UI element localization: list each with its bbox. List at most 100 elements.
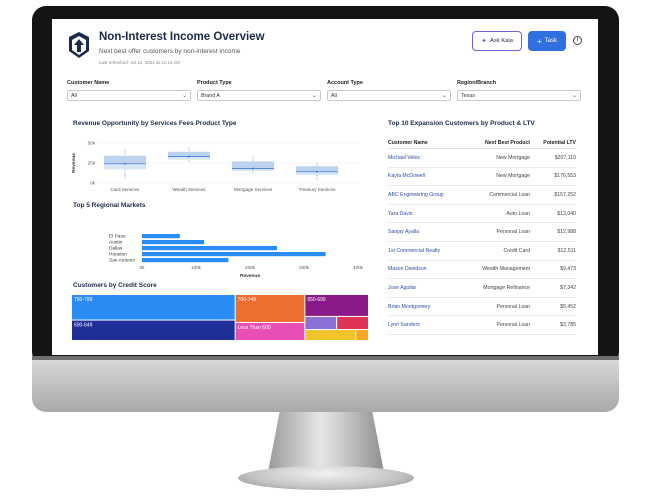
credit-chart-title: Customers by Credit Score: [73, 282, 157, 289]
next-best-product-cell: New Mortgage: [496, 154, 530, 161]
table-row[interactable]: Michael Velez New Mortgage $207,110: [388, 149, 576, 168]
x-tick-label: Treasury Services: [299, 187, 337, 192]
x-tick-label: 300k: [299, 265, 310, 270]
last-refreshed-text: Last refreshed: Jul 12, 2024 at 12:14 AM: [99, 60, 181, 65]
treemap-label: 700-749: [238, 297, 257, 303]
customer-name-link[interactable]: 1st Commercial Realty: [388, 248, 466, 254]
monitor-chin: [32, 356, 619, 412]
table-row[interactable]: Lynn Sanders Personal Loan $3,785: [388, 316, 576, 335]
next-best-product-cell: Auto Loan: [506, 210, 530, 217]
market-bar: [142, 246, 277, 251]
treemap-tile: [337, 316, 368, 330]
customer-name-select[interactable]: All ⌄: [67, 90, 191, 101]
monitor-mockup: Non-Interest Income Overview Next best o…: [0, 0, 650, 500]
chevron-down-icon: ⌄: [181, 93, 187, 99]
category-label: Austin: [109, 240, 123, 246]
filter-label: Customer Name: [67, 80, 110, 86]
potential-ltv-cell: $157,252: [554, 191, 576, 198]
ask-kaia-button[interactable]: ✦ Ask Kaia: [472, 31, 522, 51]
potential-ltv-cell: $3,785: [560, 322, 576, 329]
x-tick-label: Card Services: [111, 187, 141, 192]
markets-chart-title: Top 5 Regional Markets: [73, 202, 146, 209]
potential-ltv-cell: $176,553: [554, 173, 576, 180]
category-label: El Paso: [109, 234, 126, 240]
page-subtitle: Next best offer customers by non-interes…: [99, 48, 241, 55]
treemap-tile: [356, 330, 368, 340]
account-type-select[interactable]: All ⌄: [327, 90, 451, 101]
table-row[interactable]: Kayla McDowell New Mortgage $176,553: [388, 168, 576, 187]
table-row[interactable]: Tara Davis Auto Loan $13,040: [388, 205, 576, 224]
treemap-tile: [72, 320, 235, 340]
customer-name-link[interactable]: Jose Aguilar: [388, 285, 466, 291]
treemap-label: 750-799: [74, 297, 93, 303]
treemap-tile: [305, 316, 337, 330]
category-label: Houston: [109, 252, 127, 258]
customer-name-link[interactable]: Lynn Sanders: [388, 322, 466, 328]
y-tick-label: 25k: [88, 161, 96, 166]
customer-name-link[interactable]: Tara Davis: [388, 211, 466, 217]
x-tick-label: 0k: [140, 265, 146, 270]
customer-name-link[interactable]: Kayla McDowell: [388, 173, 466, 179]
market-bar: [142, 252, 326, 257]
treemap-label: 600-649: [74, 323, 93, 329]
column-header: Potential LTV: [543, 139, 576, 146]
treemap-label: 650-699: [307, 297, 326, 303]
box-upper: [232, 161, 274, 169]
x-tick-label: 100k: [191, 265, 202, 270]
table-row[interactable]: Brian Montgomery Personal Loan $5,452: [388, 298, 576, 317]
x-tick-label: 400k: [353, 265, 364, 270]
sparkle-icon: ✦: [481, 38, 487, 45]
add-task-button[interactable]: + Task: [528, 31, 566, 51]
table-row[interactable]: Sanjay Ayalla Personal Loan $12,988: [388, 223, 576, 242]
next-best-product-cell: Mortgage Refinance: [483, 284, 530, 291]
box-point: [188, 155, 190, 158]
treemap-tile: [72, 295, 235, 320]
next-best-product-cell: Credit Card: [503, 247, 530, 254]
next-best-product-cell: New Mortgage: [496, 173, 530, 180]
next-best-product-cell: Personal Loan: [496, 303, 530, 310]
monitor-screen-edge: [32, 356, 619, 360]
customer-name-link[interactable]: Michael Velez: [388, 155, 466, 161]
next-best-product-cell: Commercial Loan: [489, 191, 530, 198]
info-icon[interactable]: i: [573, 36, 582, 45]
filter-value: Texas: [461, 93, 475, 99]
filter-label: Region/Branch: [457, 80, 497, 86]
expansion-customers-table: Customer Name Next Best Product Potentia…: [388, 137, 576, 335]
next-best-product-cell: Wealth Management: [482, 266, 530, 273]
box-upper: [104, 155, 146, 164]
market-bar: [142, 258, 229, 263]
customer-name-link[interactable]: Brian Montgomery: [388, 304, 466, 310]
market-bar: [142, 240, 205, 245]
filter-label: Product Type: [197, 80, 232, 86]
task-label: Task: [544, 38, 557, 44]
table-header: Customer Name Next Best Product Potentia…: [388, 137, 576, 149]
customer-name-link[interactable]: ABC Engineering Group: [388, 192, 466, 198]
box-point: [316, 170, 318, 173]
table-row[interactable]: Mason Davidson Wealth Management $9,473: [388, 261, 576, 280]
x-tick-label: 200k: [245, 265, 256, 270]
table-row[interactable]: Jose Aguilar Mortgage Refinance $7,342: [388, 279, 576, 298]
table-row[interactable]: ABC Engineering Group Commercial Loan $157…: [388, 186, 576, 205]
customer-name-link[interactable]: Mason Davidson: [388, 266, 466, 272]
regional-markets-bar-chart: El PasoAustinDallasHoustonSan Antonio 0k 1…: [109, 234, 364, 280]
table-row[interactable]: 1st Commercial Realty Credit Card $12,511: [388, 242, 576, 261]
filter-value: All: [331, 93, 337, 99]
chevron-down-icon: ⌄: [441, 93, 447, 99]
x-tick-label: Mortgage Services: [234, 187, 273, 192]
potential-ltv-cell: $12,988: [557, 229, 576, 236]
table-title: Top 10 Expansion Customers by Product & …: [388, 120, 535, 127]
y-tick-label: 0k: [90, 181, 96, 186]
filter-value: Brand A: [201, 93, 220, 99]
category-label: San Antonio: [109, 258, 135, 264]
filter-product-type: Product Type Brand A ⌄: [197, 80, 321, 101]
monitor-stand-neck: [268, 412, 384, 472]
revenue-chart-title: Revenue Opportunity by Services Fees Pro…: [73, 120, 237, 127]
potential-ltv-cell: $7,342: [560, 284, 576, 291]
potential-ltv-cell: $12,511: [557, 247, 576, 254]
region-branch-select[interactable]: Texas ⌄: [457, 90, 581, 101]
y-axis-label: Revenue: [71, 153, 77, 173]
chevron-down-icon: ⌄: [311, 93, 317, 99]
customer-name-link[interactable]: Sanjay Ayalla: [388, 229, 466, 235]
treemap-label: Less Than 600: [238, 325, 271, 331]
product-type-select[interactable]: Brand A ⌄: [197, 90, 321, 101]
